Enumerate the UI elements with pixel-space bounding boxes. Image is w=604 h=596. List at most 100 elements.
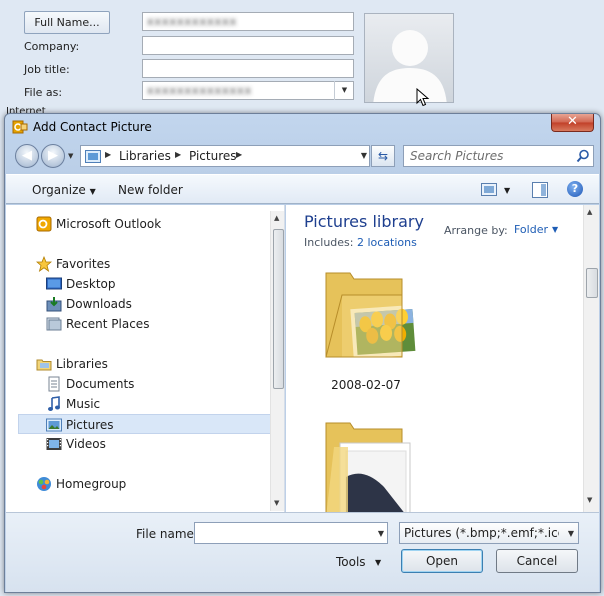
nav-item-label: Homegroup [56,477,127,491]
contact-photo[interactable] [364,13,454,103]
content-pane: Pictures library Includes: 2 locations A… [286,205,599,512]
scroll-up-icon[interactable]: ▲ [274,214,279,222]
includes-locations-link[interactable]: 2 locations [357,236,417,249]
nav-item-homegroup[interactable]: Homegroup [36,474,266,494]
company-field[interactable] [142,36,354,55]
library-includes: Includes: 2 locations [304,236,417,249]
music-icon [48,396,60,411]
homegroup-icon [37,477,51,491]
nav-item-desktop[interactable]: Desktop [46,274,266,294]
nav-item-downloads[interactable]: Downloads [46,294,266,314]
chevron-down-icon: ▼ [567,529,574,538]
documents-icon [48,376,60,392]
breadcrumb-separator[interactable]: ▶ [105,150,111,159]
navigation-pane: Microsoft Outlook Favorites Desktop Down… [6,205,285,512]
dialog-title-bar[interactable]: Add Contact Picture ✕ [5,114,600,140]
contact-form: Full Name... xxxxxxxxxxxx Company: Job t… [0,0,604,120]
breadcrumb-separator[interactable]: ▶ [236,150,242,159]
file-as-field[interactable]: xxxxxxxxxxxxxx [142,81,354,100]
nav-item-label: Downloads [66,297,132,311]
file-name-label: File name: [136,527,198,541]
nav-item-label: Microsoft Outlook [56,217,162,231]
nav-item-favorites[interactable]: Favorites [36,254,266,274]
nav-item-recent-places[interactable]: Recent Places [46,314,266,334]
arrange-by-dropdown[interactable]: Folder [514,223,548,236]
add-contact-picture-dialog: Add Contact Picture ✕ ◀ ▶ ▼ ▶ Libraries … [4,113,601,593]
file-type-filter-value: Pictures (*.bmp;*.emf;*.ico;*.icon [404,526,559,540]
job-title-label: Job title: [24,63,70,76]
folder-item[interactable]: 2008-02-07 [314,267,420,392]
search-icon[interactable] [576,149,589,163]
tools-button[interactable]: Tools [336,555,366,569]
nav-item-label: Pictures [66,418,114,432]
file-as-label: File as: [24,86,63,99]
folder-with-photo-icon [325,272,420,360]
scroll-down-icon[interactable]: ▼ [274,499,279,507]
content-scrollbar-thumb[interactable] [586,268,598,298]
full-name-value: xxxxxxxxxxxx [147,15,238,28]
command-bar: Organize ▼ New folder ▼ ? [6,174,599,204]
search-box[interactable] [403,145,594,167]
job-title-field[interactable] [142,59,354,78]
star-icon [36,256,52,272]
full-name-button[interactable]: Full Name... [24,11,110,34]
arrange-by-label: Arrange by: [444,224,508,237]
help-button[interactable]: ? [567,181,583,197]
dialog-footer: File name: ▼ Pictures (*.bmp;*.emf;*.ico… [6,512,599,592]
change-view-icon[interactable] [481,183,497,197]
nav-item-libraries[interactable]: Libraries [36,354,266,374]
recent-places-icon [46,317,62,331]
close-icon: ✕ [567,114,578,129]
search-input[interactable] [404,146,574,166]
forward-arrow-icon: ▶ [48,148,58,163]
organize-button[interactable]: Organize ▼ [32,183,96,197]
nav-item-label: Videos [66,437,106,451]
file-type-filter-select[interactable]: Pictures (*.bmp;*.emf;*.ico;*.icon ▼ [399,522,579,544]
preview-pane-icon[interactable] [532,182,548,198]
forward-button[interactable]: ▶ [41,144,65,168]
nav-item-music[interactable]: Music [46,394,266,414]
breadcrumb-libraries[interactable]: Libraries [119,149,171,163]
full-name-field[interactable]: xxxxxxxxxxxx [142,12,354,31]
folder-item[interactable] [314,417,418,512]
nav-item-label: Music [66,397,101,411]
recent-locations-dropdown[interactable]: ▼ [68,152,73,160]
chevron-down-icon[interactable]: ▼ [375,558,381,567]
pictures-icon [46,418,62,432]
includes-label: Includes: [304,236,354,249]
outlook-icon [12,120,28,134]
chevron-down-icon[interactable]: ▼ [552,225,558,234]
breadcrumb-separator[interactable]: ▶ [175,150,181,159]
refresh-icon: ⇆ [377,149,389,163]
nav-item-videos[interactable]: Videos [46,434,266,454]
file-name-combobox[interactable]: ▼ [194,522,388,544]
nav-item-pictures[interactable]: Pictures [18,414,272,434]
file-as-value: xxxxxxxxxxxxxx [147,84,253,97]
refresh-button[interactable]: ⇆ [371,145,395,167]
pictures-library-icon [85,150,101,163]
nav-item-microsoft-outlook[interactable]: Microsoft Outlook [36,214,266,234]
chevron-down-icon[interactable]: ▼ [378,529,384,538]
address-bar[interactable]: ▶ Libraries ▶ Pictures ▶ ▼ [80,145,370,167]
close-button[interactable]: ✕ [551,114,594,132]
breadcrumb-pictures[interactable]: Pictures [189,149,237,163]
scroll-up-icon[interactable]: ▲ [587,208,592,216]
file-name-input[interactable] [195,523,371,543]
nav-item-documents[interactable]: Documents [46,374,266,394]
scroll-down-icon[interactable]: ▼ [587,496,592,504]
file-as-dropdown-button[interactable]: ▼ [334,81,354,100]
content-scrollbar[interactable]: ▲ ▼ [583,205,599,512]
open-button[interactable]: Open [401,549,483,573]
nav-item-label: Documents [66,377,135,391]
new-folder-button[interactable]: New folder [118,183,183,197]
address-dropdown-icon[interactable]: ▼ [361,151,367,160]
outlook-icon [36,216,52,232]
cancel-button[interactable]: Cancel [496,549,578,573]
views-dropdown-icon[interactable]: ▼ [504,186,510,195]
downloads-icon [46,297,62,312]
chevron-down-icon: ▼ [89,187,96,196]
nav-scrollbar-thumb[interactable] [273,229,284,389]
back-button[interactable]: ◀ [15,144,39,168]
folder-with-photo-icon [325,422,411,512]
nav-scrollbar[interactable]: ▲ ▼ [270,211,284,511]
